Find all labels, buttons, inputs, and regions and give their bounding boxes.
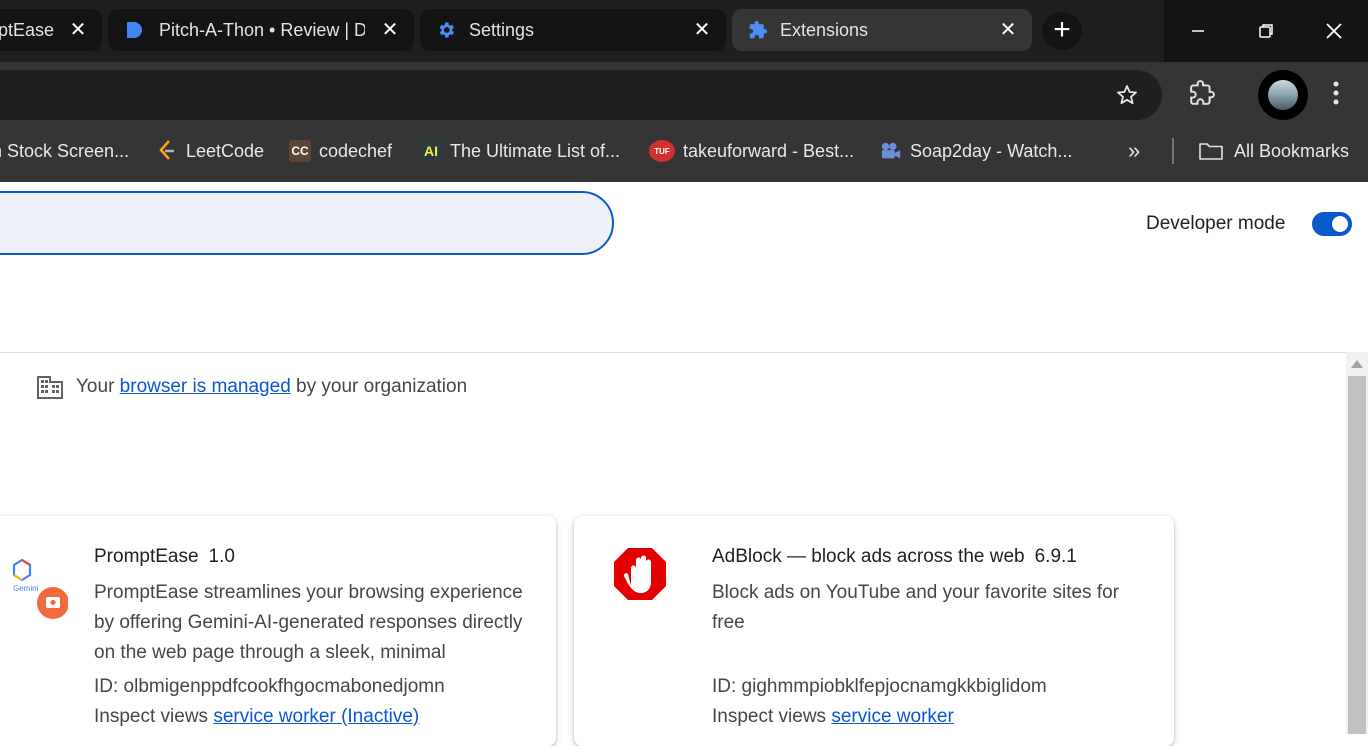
avatar-photo: [1268, 80, 1298, 110]
minimize-icon: [1192, 30, 1204, 32]
extensions-page: Developer mode Your browser is managed b…: [0, 182, 1368, 746]
toggle-knob: [1332, 216, 1348, 232]
tab-title: Settings: [469, 19, 535, 40]
promptease-icon: Gemini: [6, 554, 69, 620]
building-icon: [37, 376, 63, 399]
leetcode-icon: [156, 140, 178, 162]
service-worker-link[interactable]: service worker: [831, 706, 953, 727]
search-extensions-box[interactable]: [0, 191, 614, 255]
scroll-up-arrow-icon[interactable]: [1351, 360, 1363, 368]
tab-title: PromptEase: [0, 19, 54, 40]
inspect-views: Inspect views service worker: [712, 706, 954, 728]
toolbar: [0, 62, 1368, 120]
bookmark-label: n Stock Screen...: [0, 140, 130, 161]
address-bar[interactable]: [0, 70, 1162, 120]
gear-icon: [439, 22, 454, 38]
bookmark-label: LeetCode: [186, 140, 265, 161]
close-window-button[interactable]: [1300, 0, 1368, 62]
bookmark-leetcode[interactable]: LeetCode: [156, 120, 264, 182]
bookmark-label: All Bookmarks: [1234, 140, 1350, 161]
managed-suffix: by your organization: [296, 376, 468, 397]
extension-version: 1.0: [208, 546, 235, 567]
extension-name: PromptEase 1.0: [94, 546, 235, 568]
extension-title: PromptEase: [94, 546, 199, 567]
bookmark-label: takeuforward - Best...: [683, 140, 855, 161]
bookmark-all-bookmarks[interactable]: All Bookmarks: [1198, 120, 1349, 182]
tab-extensions[interactable]: Extensions ✕: [732, 9, 1032, 51]
puzzle-icon: [749, 20, 768, 39]
tab-title: Pitch-A-Thon • Review | D: [159, 19, 365, 40]
tab-pitch-a-thon[interactable]: Pitch-A-Thon • Review | D ✕: [108, 9, 414, 51]
bookmark-star-icon[interactable]: [1110, 78, 1144, 112]
menu-kebab-icon[interactable]: [1322, 78, 1350, 108]
codechef-icon: CC: [289, 140, 311, 162]
developer-mode-toggle[interactable]: [1312, 212, 1352, 236]
search-input[interactable]: [22, 207, 522, 239]
tuf-icon: TUF: [649, 140, 675, 162]
bookmark-ultimate-list[interactable]: AI The Ultimate List of...: [420, 120, 620, 182]
extension-description: PromptEase streamlines your browsing exp…: [94, 582, 523, 663]
extension-name: AdBlock — block ads across the web 6.9.1: [712, 546, 1077, 568]
inspect-views-label: Inspect views: [94, 706, 209, 727]
tab-strip: PromptEase ✕ Pitch-A-Thon • Review | D ✕…: [0, 0, 1368, 62]
folder-icon: [1198, 140, 1224, 162]
bookmarks-separator: [1172, 138, 1174, 164]
avatar[interactable]: [1258, 70, 1308, 120]
new-tab-button[interactable]: +: [1042, 12, 1082, 50]
managed-prefix: Your: [76, 376, 115, 397]
bookmark-takeuforward[interactable]: TUF takeuforward - Best...: [649, 120, 854, 182]
browser-managed-link[interactable]: browser is managed: [120, 376, 291, 398]
chevron-double-right-icon: »: [1128, 138, 1141, 163]
extension-title: AdBlock — block ads across the web: [712, 546, 1025, 567]
minimize-button[interactable]: [1164, 0, 1232, 62]
restore-icon: [1259, 24, 1273, 38]
tab-settings[interactable]: Settings ✕: [420, 9, 726, 51]
extension-id: ID: gighmmpiobklfepjocnamgkkbiglidom: [712, 676, 1047, 697]
close-icon[interactable]: ✕: [692, 20, 712, 40]
close-icon[interactable]: ✕: [998, 20, 1018, 40]
inspect-views: Inspect views service worker (Inactive): [94, 706, 419, 728]
extensions-puzzle-icon[interactable]: [1184, 76, 1220, 110]
bookmark-codechef[interactable]: CC The Ultimate List of... codechef: [289, 120, 392, 182]
bookmarks-bar: n Stock Screen... LeetCode CC The Ultima…: [0, 120, 1368, 182]
tab-title: Extensions: [780, 19, 869, 40]
scrollbar-thumb[interactable]: [1348, 376, 1366, 734]
bookmark-label: The Ultimate List of...: [450, 140, 621, 161]
header-divider: [0, 352, 1346, 353]
docs-favicon-icon: [127, 22, 142, 38]
inspect-views-label: Inspect views: [712, 706, 827, 727]
restore-button[interactable]: [1232, 0, 1300, 62]
close-icon: [1326, 23, 1342, 39]
film-camera-icon: [880, 140, 902, 162]
bookmark-label: Soap2day - Watch...: [910, 140, 1073, 161]
bookmark-soap2day[interactable]: Soap2day - Watch...: [880, 120, 1072, 182]
extension-card-adblock: AdBlock — block ads across the web 6.9.1 …: [574, 516, 1174, 746]
bookmarks-overflow-button[interactable]: »: [1128, 120, 1140, 182]
bookmark-label: codechef: [319, 140, 393, 161]
extension-description: Block ads on YouTube and your favorite s…: [712, 582, 1119, 633]
adblock-hand-icon: [612, 546, 668, 602]
bookmark-stock-screener[interactable]: n Stock Screen...: [0, 120, 129, 182]
tab-promptease[interactable]: PromptEase ✕: [0, 9, 102, 51]
promptease-icon-text: Gemini: [13, 584, 39, 593]
service-worker-link[interactable]: service worker (Inactive): [213, 706, 419, 727]
ai-icon: AI: [420, 140, 442, 162]
scrollbar[interactable]: [1346, 352, 1368, 734]
close-icon[interactable]: ✕: [380, 20, 400, 40]
extension-card-promptease: Gemini PromptEase 1.0 PromptEase streamli…: [0, 516, 556, 746]
developer-mode-label: Developer mode: [1146, 213, 1286, 234]
extension-id: ID: olbmigenppdfcookfhgocmabonedjomn: [94, 676, 445, 697]
close-icon[interactable]: ✕: [68, 20, 88, 40]
extension-version: 6.9.1: [1034, 546, 1077, 567]
managed-notice: Your browser is managed by your organiza…: [36, 374, 467, 400]
